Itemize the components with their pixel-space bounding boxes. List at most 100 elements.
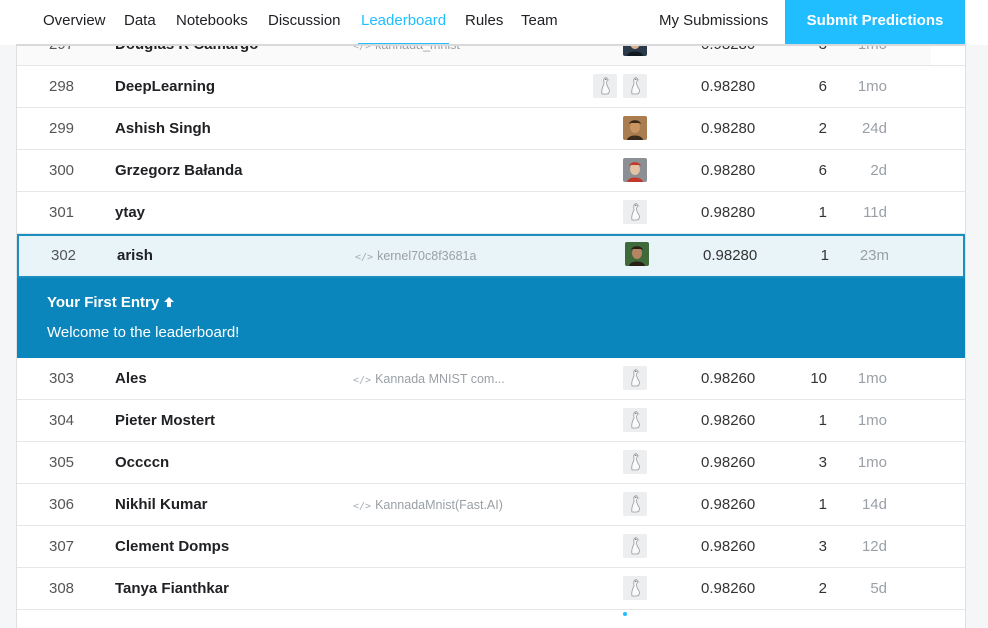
avatar[interactable] [623, 534, 647, 558]
first-entry-message: Welcome to the leaderboard! [47, 324, 240, 341]
team-name-link[interactable]: Ashish Singh [115, 108, 211, 150]
tab-rules[interactable]: Rules [465, 0, 503, 42]
kernel-link[interactable]: </> Kannada MNIST com... [353, 358, 505, 402]
score-cell: 0.98280 [703, 247, 758, 264]
submission-dots [593, 101, 598, 114]
score-cell: 0.98280 [701, 120, 756, 137]
my-submissions-link[interactable]: My Submissions [659, 0, 768, 42]
team-members [587, 66, 657, 114]
code-icon: </> [353, 375, 372, 386]
team-members [587, 358, 657, 406]
kernel-name: Kannada MNIST com... [375, 372, 505, 386]
tab-discussion[interactable]: Discussion [268, 0, 341, 42]
last-submission-cell: 1mo [857, 78, 887, 95]
entries-cell: 6 [818, 162, 827, 179]
leaderboard-panel: 296Drake Svoboda0.9828031mo297Douglas R … [16, 0, 966, 628]
entries-cell: 1 [818, 496, 827, 513]
score-cell: 0.98260 [701, 496, 756, 513]
team-name-link[interactable]: Grzegorz Bałanda [115, 150, 243, 192]
submission-dots [623, 561, 633, 574]
submission-dots [623, 227, 633, 240]
leaderboard-table: 296Drake Svoboda0.9828031mo297Douglas R … [17, 0, 965, 616]
kernel-name: kernel70c8f3681a [377, 249, 477, 263]
team-name-link[interactable]: Occccn [115, 442, 169, 484]
avatar[interactable] [625, 242, 649, 266]
score-cell: 0.98260 [701, 370, 756, 387]
tab-notebooks[interactable]: Notebooks [176, 0, 248, 42]
avatar[interactable] [623, 200, 647, 224]
tab-overview[interactable]: Overview [43, 0, 106, 42]
avatar[interactable] [623, 492, 647, 516]
kernel-name: KannadaMnist(Fast.AI) [375, 498, 503, 512]
entries-cell: 1 [818, 204, 827, 221]
entries-cell: 1 [818, 412, 827, 429]
score-cell: 0.98260 [701, 412, 756, 429]
team-members [587, 192, 657, 240]
entries-cell: 3 [818, 538, 827, 555]
team-name-link[interactable]: Clement Domps [115, 526, 229, 568]
leaderboard-row[interactable]: 304 Pieter Mostert 0.98260 1 1mo [17, 400, 965, 448]
avatar[interactable] [593, 74, 617, 98]
team-name-link[interactable]: Pieter Mostert [115, 400, 215, 442]
my-team-row[interactable]: 302 arish </> kernel70c8f3681a 0.98280 1 23m [17, 234, 965, 282]
rank-cell: 305 [49, 454, 75, 471]
nav-divider [16, 44, 966, 46]
leaderboard-row[interactable]: 306 Nikhil Kumar </> KannadaMnist(Fast.AI) 0… [17, 484, 965, 532]
leaderboard-row[interactable]: 298 DeepLearning 0.98280 6 1mo [17, 66, 965, 114]
submission-dots [623, 519, 628, 532]
entries-cell: 6 [818, 78, 827, 95]
last-submission-cell: 5d [870, 580, 887, 597]
code-icon: </> [355, 252, 374, 263]
team-name-link[interactable]: Tanya Fianthkar [115, 568, 229, 610]
entries-cell: 3 [818, 454, 827, 471]
leaderboard-row[interactable]: 305 Occccn 0.98260 3 1mo [17, 442, 965, 490]
leaderboard-row[interactable]: 299 Ashish Singh 0.98280 2 24d [17, 108, 965, 156]
team-name-link[interactable]: DeepLearning [115, 66, 215, 108]
rank-cell: 303 [49, 370, 75, 387]
avatar[interactable] [623, 408, 647, 432]
team-members [587, 484, 657, 532]
submission-dots [623, 143, 633, 156]
leaderboard-row[interactable]: 301 ytay 0.98280 1 11d [17, 192, 965, 240]
tab-data[interactable]: Data [124, 0, 156, 42]
leaderboard-row[interactable]: 307 Clement Domps 0.98260 3 12d [17, 526, 965, 574]
avatar[interactable] [623, 576, 647, 600]
kernel-link[interactable]: </> KannadaMnist(Fast.AI) [353, 484, 503, 528]
score-cell: 0.98280 [701, 78, 756, 95]
team-name-link[interactable]: arish [117, 236, 153, 276]
team-members [587, 568, 657, 616]
submission-dots [623, 477, 628, 490]
leaderboard-row[interactable]: 300 Grzegorz Bałanda 0.98280 6 2d [17, 150, 965, 198]
avatar[interactable] [623, 74, 647, 98]
tab-team[interactable]: Team [521, 0, 558, 42]
team-name-link[interactable]: ytay [115, 192, 145, 234]
team-members [587, 400, 657, 448]
team-members [587, 442, 657, 490]
rank-cell: 308 [49, 580, 75, 597]
score-cell: 0.98280 [701, 204, 756, 221]
entries-cell: 10 [810, 370, 827, 387]
leaderboard-row[interactable]: 303 Ales </> Kannada MNIST com... 0.98260 10 1… [17, 358, 965, 406]
last-submission-cell: 11d [863, 204, 887, 221]
team-name-link[interactable]: Ales [115, 358, 147, 400]
tab-leaderboard[interactable]: Leaderboard [357, 0, 450, 45]
team-name-link[interactable]: Nikhil Kumar [115, 484, 208, 526]
rank-cell: 304 [49, 412, 75, 429]
kernel-link[interactable]: </> kernel70c8f3681a [355, 236, 476, 278]
score-cell: 0.98260 [701, 580, 756, 597]
last-submission-cell: 14d [861, 496, 887, 513]
code-icon: </> [353, 501, 372, 512]
submission-dots [623, 393, 633, 406]
avatar[interactable] [623, 450, 647, 474]
submit-predictions-button[interactable]: Submit Predictions [785, 0, 965, 45]
last-submission-cell: 1mo [857, 412, 887, 429]
avatar[interactable] [623, 116, 647, 140]
last-submission-cell: 2d [870, 162, 887, 179]
rank-cell: 307 [49, 538, 75, 555]
rank-cell: 300 [49, 162, 75, 179]
submission-dots [623, 185, 628, 198]
leaderboard-row[interactable]: 308 Tanya Fianthkar 0.98260 2 5d [17, 568, 965, 616]
avatar[interactable] [623, 158, 647, 182]
avatar[interactable] [623, 366, 647, 390]
submission-dots [623, 59, 628, 72]
